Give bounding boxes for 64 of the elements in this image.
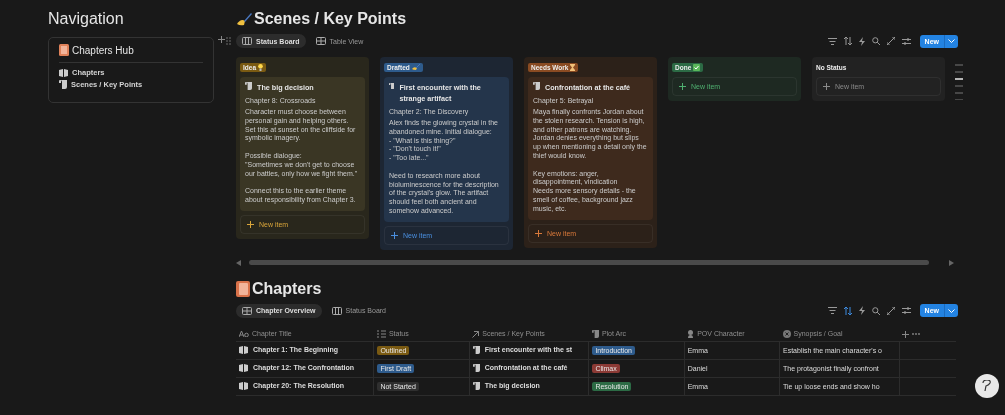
book-icon — [239, 382, 248, 391]
dropdown-button[interactable] — [944, 34, 958, 48]
plus-icon — [823, 83, 830, 90]
table-icon — [242, 306, 252, 315]
book-icon — [239, 346, 248, 355]
navigation-heading: Navigation — [48, 10, 125, 29]
page-outline-icon[interactable] — [955, 64, 963, 100]
text-type-icon — [239, 331, 249, 338]
drag-handle-icon[interactable] — [226, 37, 231, 45]
plus-icon — [247, 220, 254, 228]
scroll-icon — [591, 329, 599, 338]
scroll-icon — [472, 364, 480, 373]
dropdown-button[interactable] — [944, 304, 958, 318]
more-icon[interactable] — [912, 333, 921, 336]
formula-icon — [782, 329, 791, 338]
settings-icon[interactable] — [901, 307, 911, 315]
scene-card[interactable] — [240, 77, 365, 211]
caret-icon — [948, 39, 955, 43]
search-icon[interactable] — [871, 37, 880, 45]
settings-icon[interactable] — [901, 37, 911, 45]
search-icon[interactable] — [871, 306, 880, 315]
sort-icon[interactable] — [843, 306, 852, 315]
scroll-icon — [59, 80, 67, 89]
expand-icon[interactable] — [886, 306, 895, 315]
plus-icon — [535, 229, 542, 237]
board-icon — [242, 37, 252, 45]
table-icon — [315, 37, 326, 45]
scene-card[interactable] — [528, 77, 653, 220]
filter-icon[interactable] — [827, 37, 837, 45]
scene-card[interactable] — [384, 77, 509, 222]
expand-icon[interactable] — [886, 37, 895, 45]
lightning-icon[interactable] — [858, 36, 865, 46]
book-icon — [59, 68, 68, 77]
sort-icon[interactable] — [843, 37, 852, 45]
light-bulb-icon — [258, 63, 263, 71]
lightning-icon[interactable] — [858, 306, 865, 316]
add-column-icon[interactable] — [902, 330, 910, 338]
plus-icon — [391, 231, 398, 239]
section-title: Chapters — [252, 279, 322, 298]
book-icon — [239, 364, 248, 373]
plus-icon — [679, 83, 686, 90]
book-icon — [59, 44, 69, 56]
filter-icon[interactable] — [827, 307, 837, 315]
hub-title: Chapters Hub — [72, 44, 134, 56]
status-list-icon — [376, 329, 386, 338]
scroll-icon — [472, 382, 480, 391]
hourglass-icon — [570, 63, 576, 71]
arrow-icon — [472, 330, 480, 338]
scrollbar-thumb[interactable] — [249, 260, 929, 266]
person-icon — [687, 329, 695, 338]
book-icon — [236, 280, 250, 297]
section-title: Scenes / Key Points — [254, 10, 407, 28]
check-icon — [693, 63, 701, 71]
scroll-right-icon[interactable] — [949, 259, 954, 266]
board-icon — [331, 306, 342, 315]
help-button[interactable] — [975, 374, 999, 398]
scroll-icon — [472, 346, 480, 355]
add-icon[interactable] — [218, 36, 225, 43]
scroll-icon — [389, 82, 395, 90]
scroll-icon — [533, 82, 540, 90]
scroll-icon — [245, 82, 252, 90]
scroll-left-icon[interactable] — [236, 259, 241, 266]
question-mark-icon — [982, 380, 992, 392]
caret-icon — [948, 308, 955, 313]
